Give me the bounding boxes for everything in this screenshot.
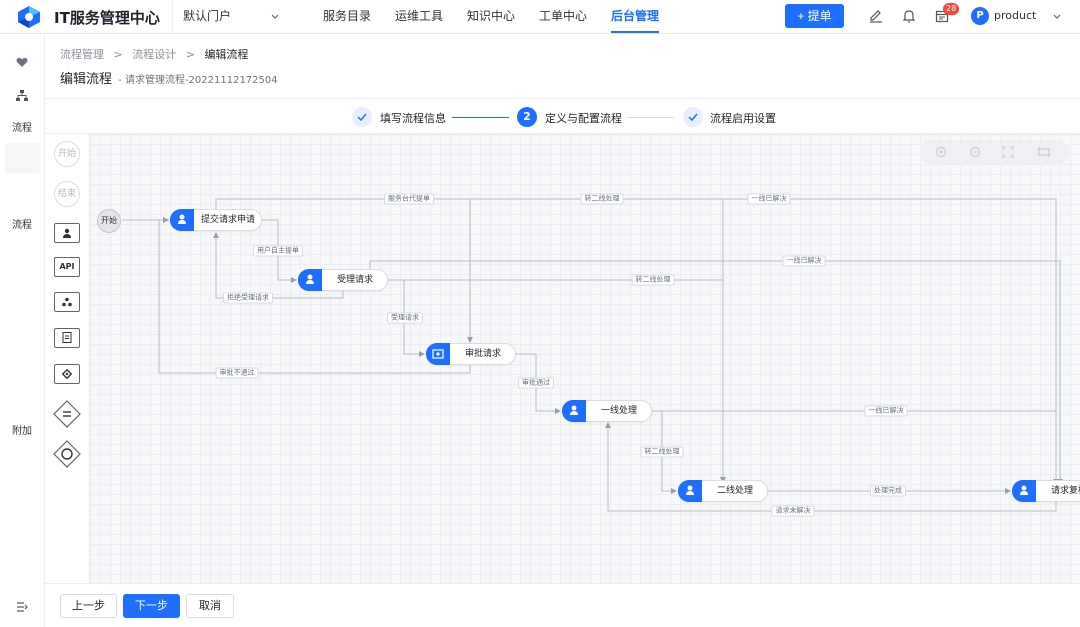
tree-icon	[62, 297, 72, 307]
edge-label-reject-accept[interactable]: 拒绝受理请求	[223, 292, 273, 304]
palette-form-task[interactable]	[54, 328, 80, 348]
flow-node-label: 一线处理	[600, 406, 637, 416]
rail-label-process[interactable]: 流程	[0, 119, 44, 134]
process-tree-icon[interactable]	[15, 89, 29, 103]
flow-node-label: 提交请求申请	[200, 215, 255, 225]
portal-select-value: 默认门户	[183, 9, 232, 23]
step-2-number: 2	[517, 107, 537, 127]
edge-label-to-l2[interactable]: 转二线处理	[640, 446, 684, 458]
chevron-down-icon	[271, 14, 279, 19]
top-bar: IT服务管理中心 默认门户 服务目录 运维工具 知识中心 工单中心 后台管理 +…	[0, 0, 1080, 34]
chevron-down-icon[interactable]	[1052, 12, 1062, 22]
step-3-label[interactable]: 流程启用设置	[710, 110, 776, 126]
edge-submit-l1-solved	[723, 198, 1059, 485]
flow-node-label: 二线处理	[716, 486, 753, 496]
edge-label-approved[interactable]: 审批通过	[518, 377, 554, 389]
edge-label-l1-solved[interactable]: 一线已解决	[782, 255, 826, 267]
portal-select[interactable]: 默认门户	[172, 0, 280, 33]
edge-label-self-submit[interactable]: 用户自主提单	[253, 245, 303, 257]
rail-label-process-2[interactable]: 流程	[0, 216, 44, 231]
user-icon	[678, 480, 702, 502]
form-icon	[62, 332, 72, 343]
avatar[interactable]: P	[971, 7, 989, 25]
step-done-check-icon	[683, 107, 703, 127]
breadcrumb-item-process-design[interactable]: 流程设计	[132, 48, 176, 61]
nav-ops-tools[interactable]: 运维工具	[395, 0, 443, 33]
palette-service-task[interactable]	[54, 364, 80, 384]
nav-admin[interactable]: 后台管理	[611, 0, 660, 33]
user-icon	[1012, 480, 1036, 502]
edge-label-accept[interactable]: 受理请求	[387, 312, 423, 324]
nav-ticket-center[interactable]: 工单中心	[539, 0, 587, 33]
flow-node-l1-handling[interactable]: 一线处理	[562, 400, 652, 422]
palette-end-node[interactable]: 结束	[54, 181, 80, 207]
user-icon	[562, 400, 586, 422]
flow-node-label: 受理请求	[336, 275, 373, 285]
breadcrumb: 流程管理 > 流程设计 > 编辑流程	[60, 46, 254, 62]
edge-label-l1-solved[interactable]: 一线已解决	[864, 405, 908, 417]
palette-api-task[interactable]: API	[54, 257, 80, 277]
flow-node-label: 审批请求	[464, 349, 501, 359]
heart-icon[interactable]	[15, 55, 29, 69]
user-icon	[298, 269, 322, 291]
user-icon	[63, 228, 71, 238]
user-name[interactable]: product	[994, 9, 1036, 22]
breadcrumb-item-current: 编辑流程	[204, 48, 249, 61]
edge-label-unsolved[interactable]: 请求未解决	[771, 505, 815, 517]
gear-icon	[61, 368, 73, 380]
step-connector	[627, 117, 674, 118]
bell-icon[interactable]	[901, 8, 917, 24]
page-title: 编辑流程 - 请求管理流程-20221112172504	[60, 68, 278, 87]
palette-start-node[interactable]: 开始	[54, 141, 80, 167]
collapse-menu-icon[interactable]	[15, 600, 29, 614]
palette-exclusive-gateway[interactable]	[53, 400, 81, 428]
breadcrumb-separator: >	[113, 48, 123, 61]
step-connector	[452, 117, 509, 118]
app-title: IT服务管理中心	[54, 9, 160, 27]
user-icon	[170, 209, 194, 231]
logo-icon[interactable]	[16, 5, 42, 29]
edge-not-approved	[158, 217, 471, 374]
breadcrumb-item-process-mgmt[interactable]: 流程管理	[60, 48, 104, 61]
rail-label-addon[interactable]: 附加	[0, 422, 44, 437]
page-title-sub: - 请求管理流程-20221112172504	[118, 75, 278, 86]
palette-user-task[interactable]	[54, 223, 80, 243]
edge-accept-l1-solved	[369, 260, 1063, 485]
rail-placeholder	[5, 143, 40, 173]
nav-knowledge-center[interactable]: 知识中心	[467, 0, 515, 33]
prev-step-button[interactable]: 上一步	[60, 594, 117, 618]
left-rail: 流程 流程 附加	[0, 34, 45, 627]
notification-badge: 28	[943, 3, 960, 15]
edge-label-done[interactable]: 处理完成	[870, 485, 906, 497]
flow-canvas[interactable]: 开始 提交请求申请 受理请求 审批请求 一线处理 二线处理 请求复核 服务台代提…	[90, 134, 1080, 583]
nav-service-catalog[interactable]: 服务目录	[323, 0, 371, 33]
edge-label-to-l2[interactable]: 转二线处理	[631, 274, 675, 286]
edge-label-not-approved[interactable]: 审批不通过	[215, 367, 259, 379]
palette-subprocess[interactable]	[54, 292, 80, 312]
flow-start-node[interactable]: 开始	[97, 209, 121, 233]
flow-node-approve-request[interactable]: 审批请求	[426, 343, 516, 365]
flow-node-request-review[interactable]: 请求复核	[1012, 480, 1080, 502]
flow-node-label: 请求复核	[1051, 486, 1080, 496]
edit-icon[interactable]	[868, 8, 884, 24]
next-step-button[interactable]: 下一步	[123, 594, 180, 618]
breadcrumb-separator: >	[185, 48, 195, 61]
step-done-check-icon	[352, 107, 372, 127]
flow-node-submit-request[interactable]: 提交请求申请	[170, 209, 262, 231]
step-1-label[interactable]: 填写流程信息	[380, 110, 446, 126]
page-title-main: 编辑流程	[60, 72, 113, 87]
edge-label-to-l2[interactable]: 转二线处理	[580, 193, 624, 205]
step-2-label[interactable]: 定义与配置流程	[545, 110, 622, 126]
flow-node-accept-request[interactable]: 受理请求	[298, 269, 388, 291]
palette-parallel-gateway[interactable]	[53, 440, 81, 468]
edge-submit-to-l2	[470, 198, 726, 483]
cancel-button[interactable]: 取消	[186, 594, 234, 618]
edge-label-proxy[interactable]: 服务台代提单	[384, 193, 434, 205]
edge-label-l1-solved[interactable]: 一线已解决	[747, 193, 791, 205]
approval-icon	[426, 343, 450, 365]
flow-node-l2-handling[interactable]: 二线处理	[678, 480, 768, 502]
edge-unsolved	[605, 422, 1057, 512]
submit-ticket-button[interactable]: + 提单	[785, 4, 844, 28]
